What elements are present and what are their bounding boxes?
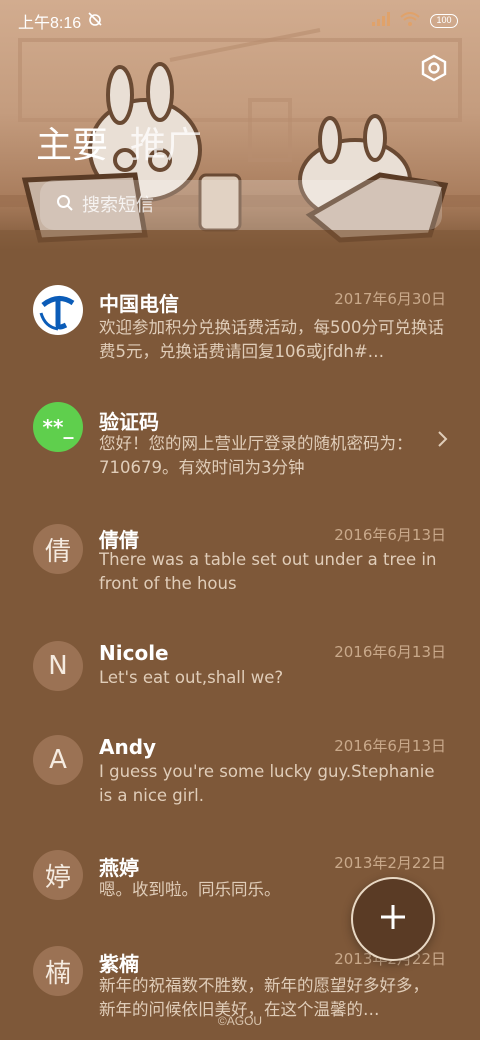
conversation-item[interactable]: 中国电信 2017年6月30日 欢迎参加积分兑换话费活动，每500分可兑换话费5… <box>0 282 480 382</box>
message-date: 2016年6月13日 <box>334 643 446 661</box>
status-bar: 上午8:16 100 <box>0 0 480 42</box>
tab-primary[interactable]: 主要 <box>36 116 108 168</box>
status-time: 上午8:16 <box>18 15 82 32</box>
plus-icon <box>379 903 407 935</box>
contact-avatar: 婷 <box>33 850 83 900</box>
new-message-button[interactable] <box>351 877 435 961</box>
tab-promotions[interactable]: 推广 <box>130 116 202 168</box>
chevron-right-icon <box>438 428 448 452</box>
conversation-item[interactable]: **_ 验证码 您好！您的网上营业厅登录的随机密码为：710679。有效时间为3… <box>0 402 480 482</box>
message-preview: 您好！您的网上营业厅登录的随机密码为：710679。有效时间为3分钟 <box>99 434 413 477</box>
message-date: 2017年6月30日 <box>334 290 446 308</box>
contact-avatar: N <box>33 641 83 691</box>
message-preview: I guess you're some lucky guy.Stephanie … <box>99 762 435 805</box>
search-input[interactable] <box>82 194 382 216</box>
telecom-logo-avatar <box>33 285 83 335</box>
watermark: ©AGOU <box>217 1014 263 1028</box>
message-date: 2013年2月22日 <box>334 854 446 872</box>
message-date: 2016年6月13日 <box>334 737 446 755</box>
contact-avatar: 倩 <box>33 524 83 574</box>
wifi-icon <box>400 12 420 30</box>
contact-name: 验证码 <box>99 410 159 434</box>
message-preview: Let's eat out,shall we? <box>99 668 284 687</box>
verification-code-avatar: **_ <box>33 402 83 452</box>
message-preview: There was a table set out under a tree i… <box>99 550 437 593</box>
contact-name: 中国电信 <box>99 292 179 316</box>
search-bar[interactable] <box>40 180 442 230</box>
contact-name: 紫楠 <box>99 952 139 976</box>
contact-avatar: 楠 <box>33 946 83 996</box>
message-preview: 欢迎参加积分兑换话费活动，每500分可兑换话费5元，兑换话费请回复106或jfd… <box>99 318 444 361</box>
message-date: 2016年6月13日 <box>334 526 446 544</box>
tab-bar: 主要 推广 <box>36 116 202 168</box>
search-icon <box>56 194 74 217</box>
conversation-item[interactable]: N Nicole 2016年6月13日 Let's eat out,shall … <box>0 638 480 698</box>
signal-icon <box>372 12 390 30</box>
alarm-off-icon <box>87 11 103 31</box>
conversation-item[interactable]: 倩 倩倩 2016年6月13日 There was a table set ou… <box>0 520 480 600</box>
settings-button[interactable] <box>418 54 450 86</box>
battery-indicator: 100 <box>430 14 458 28</box>
settings-hexagon-icon <box>421 54 447 86</box>
contact-name: Andy <box>99 735 157 759</box>
conversation-item[interactable]: A Andy 2016年6月13日 I guess you're some lu… <box>0 732 480 812</box>
contact-avatar: A <box>33 735 83 785</box>
contact-name: 燕婷 <box>99 856 139 880</box>
contact-name: Nicole <box>99 641 169 665</box>
